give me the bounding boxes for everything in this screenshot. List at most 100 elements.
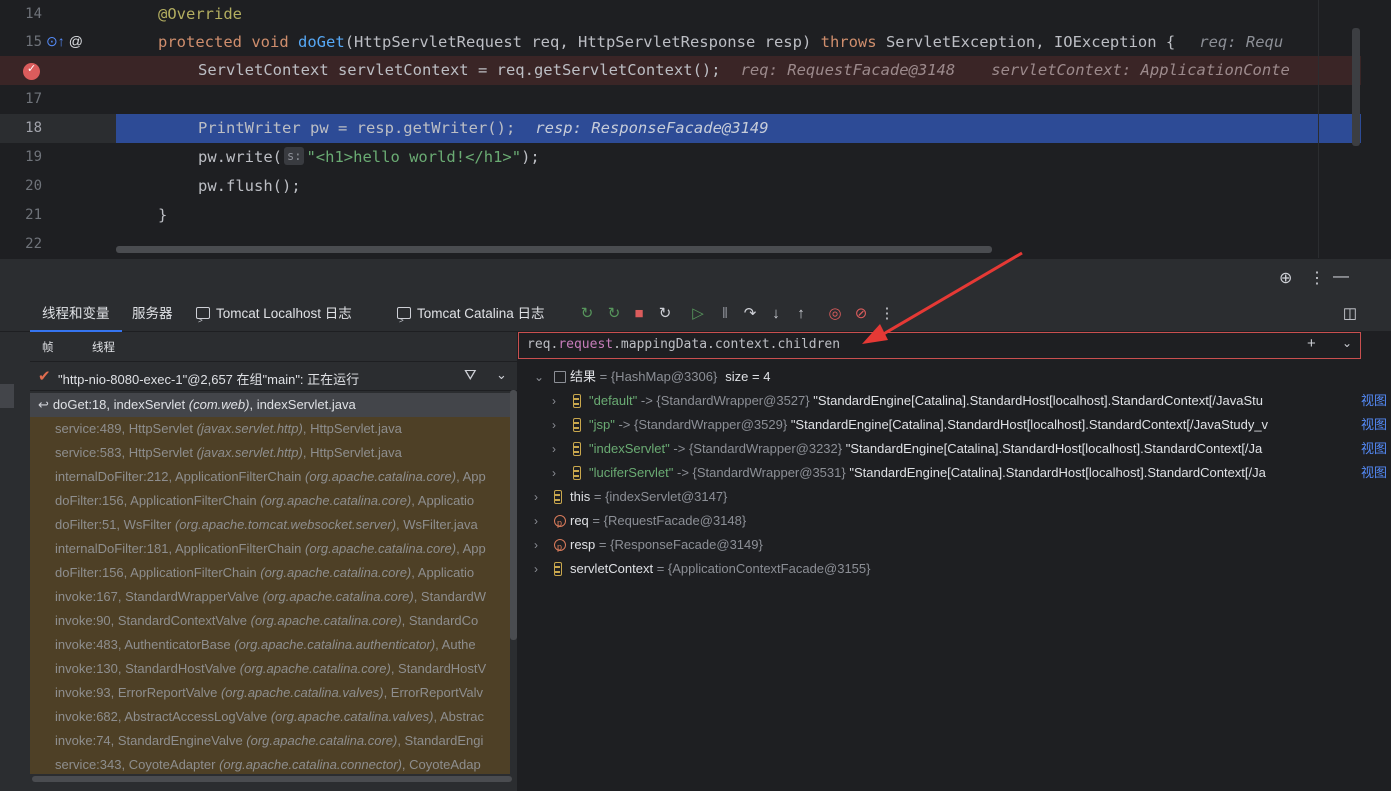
map-entry-row[interactable]: › "jsp" -> {StandardWrapper@3529} "Standa… (518, 413, 1391, 437)
editor-horizontal-scrollbar[interactable] (116, 246, 992, 253)
stack-frame[interactable]: invoke:682, AbstractAccessLogValve (org.… (30, 705, 510, 729)
chevron-right-icon[interactable]: › (552, 389, 556, 413)
subtab-frames[interactable]: 帧 (42, 339, 54, 355)
gutter-line[interactable] (0, 56, 116, 85)
more-options-icon[interactable]: ⋮ (1309, 268, 1325, 288)
chevron-down-icon[interactable]: ⌄ (496, 367, 507, 383)
layout-icon[interactable]: ◫ (1341, 305, 1359, 323)
field-icon (573, 418, 581, 432)
view-link[interactable]: 视图 (1358, 461, 1387, 485)
gutter-line[interactable]: 17 (0, 85, 116, 114)
tab-server[interactable]: 服务器 (132, 296, 173, 332)
chevron-right-icon[interactable]: › (534, 485, 538, 509)
resume-icon[interactable]: ▷ (689, 305, 707, 323)
pause-icon[interactable]: ‖ (716, 305, 734, 323)
view-link[interactable]: 视图 (1358, 437, 1387, 461)
annotation-icon[interactable]: @ (69, 33, 83, 49)
gutter-line[interactable]: 21 (0, 201, 116, 230)
stack-frame[interactable]: service:583, HttpServlet (javax.servlet.… (30, 441, 510, 465)
filter-icon[interactable]: ⛛ (464, 367, 477, 384)
gutter-line-current[interactable]: 18 (0, 114, 116, 143)
entry-key: "indexServlet" (589, 441, 670, 456)
stack-frame[interactable]: invoke:130, StandardHostValve (org.apach… (30, 657, 510, 681)
step-into-icon[interactable]: ↓ (767, 305, 785, 323)
restart-icon[interactable]: ↻ (605, 305, 623, 323)
tab-tomcat-catalina-log[interactable]: Tomcat Catalina 日志 (397, 296, 545, 339)
stop-icon[interactable]: ■ (630, 305, 648, 323)
scrollbar-thumb[interactable] (32, 776, 512, 782)
frames-horizontal-scrollbar[interactable] (30, 774, 517, 784)
refresh-icon[interactable]: ↻ (656, 305, 674, 323)
override-method-icon[interactable]: ⊙↑ (46, 33, 65, 49)
frame-package: (org.apache.catalina.valves) (270, 709, 434, 724)
crosshair-icon[interactable]: ⊕ (1279, 268, 1292, 288)
stack-frame[interactable]: service:489, HttpServlet (javax.servlet.… (30, 417, 510, 441)
code-line-breakpoint[interactable]: ServletContext servletContext = req.getS… (116, 56, 1361, 85)
chevron-right-icon[interactable]: › (552, 413, 556, 437)
code-line[interactable] (116, 85, 1361, 114)
gutter-line[interactable]: 19 (0, 143, 116, 172)
frame-file: , Abstrac (433, 709, 485, 724)
stack-frame[interactable]: doFilter:51, WsFilter (org.apache.tomcat… (30, 513, 510, 537)
stack-frame-current[interactable]: ↩ doGet:18, indexServlet (com.web), index… (30, 393, 510, 417)
stack-frame[interactable]: doFilter:156, ApplicationFilterChain (or… (30, 489, 510, 513)
chevron-down-icon[interactable]: ⌄ (534, 365, 544, 389)
code-line[interactable] (116, 230, 1361, 258)
chevron-right-icon[interactable]: › (552, 461, 556, 485)
view-link[interactable]: 视图 (1358, 389, 1387, 413)
code-line[interactable]: pw.write(s: "<h1>hello world!</h1>"); (116, 143, 1361, 172)
chevron-right-icon[interactable]: › (534, 509, 538, 533)
stack-frame[interactable]: invoke:483, AuthenticatorBase (org.apach… (30, 633, 510, 657)
code-area[interactable]: @Override protected void doGet(HttpServl… (116, 0, 1361, 258)
stack-frame[interactable]: internalDoFilter:181, ApplicationFilterC… (30, 537, 510, 561)
add-watch-icon[interactable]: + (1307, 335, 1316, 352)
breakpoint-icon[interactable] (23, 62, 40, 80)
chevron-down-icon[interactable]: ⌄ (1342, 336, 1352, 350)
editor-vertical-scrollbar[interactable] (1352, 28, 1360, 146)
variable-row[interactable]: › req = {RequestFacade@3148} (518, 509, 1391, 535)
tool-strip-button[interactable] (0, 384, 14, 408)
view-breakpoints-icon[interactable]: ◎ (826, 305, 844, 323)
more-icon[interactable]: ⋮ (878, 305, 896, 323)
map-entry-row[interactable]: › "default" -> {StandardWrapper@3527} "St… (518, 389, 1391, 413)
thread-selector[interactable]: ✔ "http-nio-8080-exec-1"@2,657 在组"main":… (30, 361, 517, 391)
rerun-icon[interactable]: ↻ (578, 305, 596, 323)
stack-frame[interactable]: invoke:74, StandardEngineValve (org.apac… (30, 729, 510, 753)
minimize-icon[interactable]: — (1333, 268, 1349, 286)
left-tool-strip (0, 332, 30, 791)
tab-tomcat-localhost-log[interactable]: Tomcat Localhost 日志 (196, 296, 352, 339)
mute-breakpoints-icon[interactable]: ⊘ (852, 305, 870, 323)
code-editor[interactable]: 14 15 ⊙↑@ 17 18 19 20 21 22 @Override pr… (0, 0, 1391, 258)
evaluate-expression-input[interactable]: req.request.mappingData.context.children… (518, 332, 1361, 359)
code-line[interactable]: } (116, 201, 1361, 230)
stack-frame[interactable]: internalDoFilter:212, ApplicationFilterC… (30, 465, 510, 489)
map-entry-row[interactable]: › "indexServlet" -> {StandardWrapper@3232… (518, 437, 1391, 461)
variable-row[interactable]: › resp = {ResponseFacade@3149} (518, 533, 1391, 559)
stack-frame[interactable]: invoke:167, StandardWrapperValve (org.ap… (30, 585, 510, 609)
variable-row[interactable]: › this = {indexServlet@3147} (518, 485, 1391, 509)
step-out-icon[interactable]: ↑ (792, 305, 810, 323)
subtab-threads[interactable]: 线程 (92, 339, 115, 355)
chevron-right-icon[interactable]: › (552, 437, 556, 461)
map-entry-row[interactable]: › "luciferServlet" -> {StandardWrapper@35… (518, 461, 1391, 485)
code-line-execution-point[interactable]: PrintWriter pw = resp.getWriter(); resp: … (116, 114, 1361, 143)
code-line[interactable]: @Override (116, 0, 1361, 29)
tab-threads-variables[interactable]: 线程和变量 (30, 296, 122, 332)
gutter-line[interactable]: 15 ⊙↑ @ (0, 28, 116, 57)
stack-frame[interactable]: invoke:90, StandardContextValve (org.apa… (30, 609, 510, 633)
gutter-line[interactable]: 22 (0, 230, 116, 258)
step-over-icon[interactable]: ↷ (741, 305, 759, 323)
gutter-line[interactable]: 20 (0, 172, 116, 201)
variable-row[interactable]: › servletContext = {ApplicationContextFac… (518, 557, 1391, 581)
gutter-line[interactable]: 14 (0, 0, 116, 29)
code-line[interactable]: pw.flush(); (116, 172, 1361, 201)
result-row[interactable]: ⌄ 结果 = {HashMap@3306} size = 4 (518, 365, 1391, 389)
code-line[interactable]: protected void doGet(HttpServletRequest … (116, 28, 1361, 57)
frames-vertical-scrollbar[interactable] (510, 390, 517, 640)
stack-frame[interactable]: doFilter:156, ApplicationFilterChain (or… (30, 561, 510, 585)
view-link[interactable]: 视图 (1358, 413, 1387, 437)
frame-file: , StandardHostV (390, 661, 487, 676)
chevron-right-icon[interactable]: › (534, 533, 538, 557)
chevron-right-icon[interactable]: › (534, 557, 538, 581)
stack-frame[interactable]: invoke:93, ErrorReportValve (org.apache.… (30, 681, 510, 705)
